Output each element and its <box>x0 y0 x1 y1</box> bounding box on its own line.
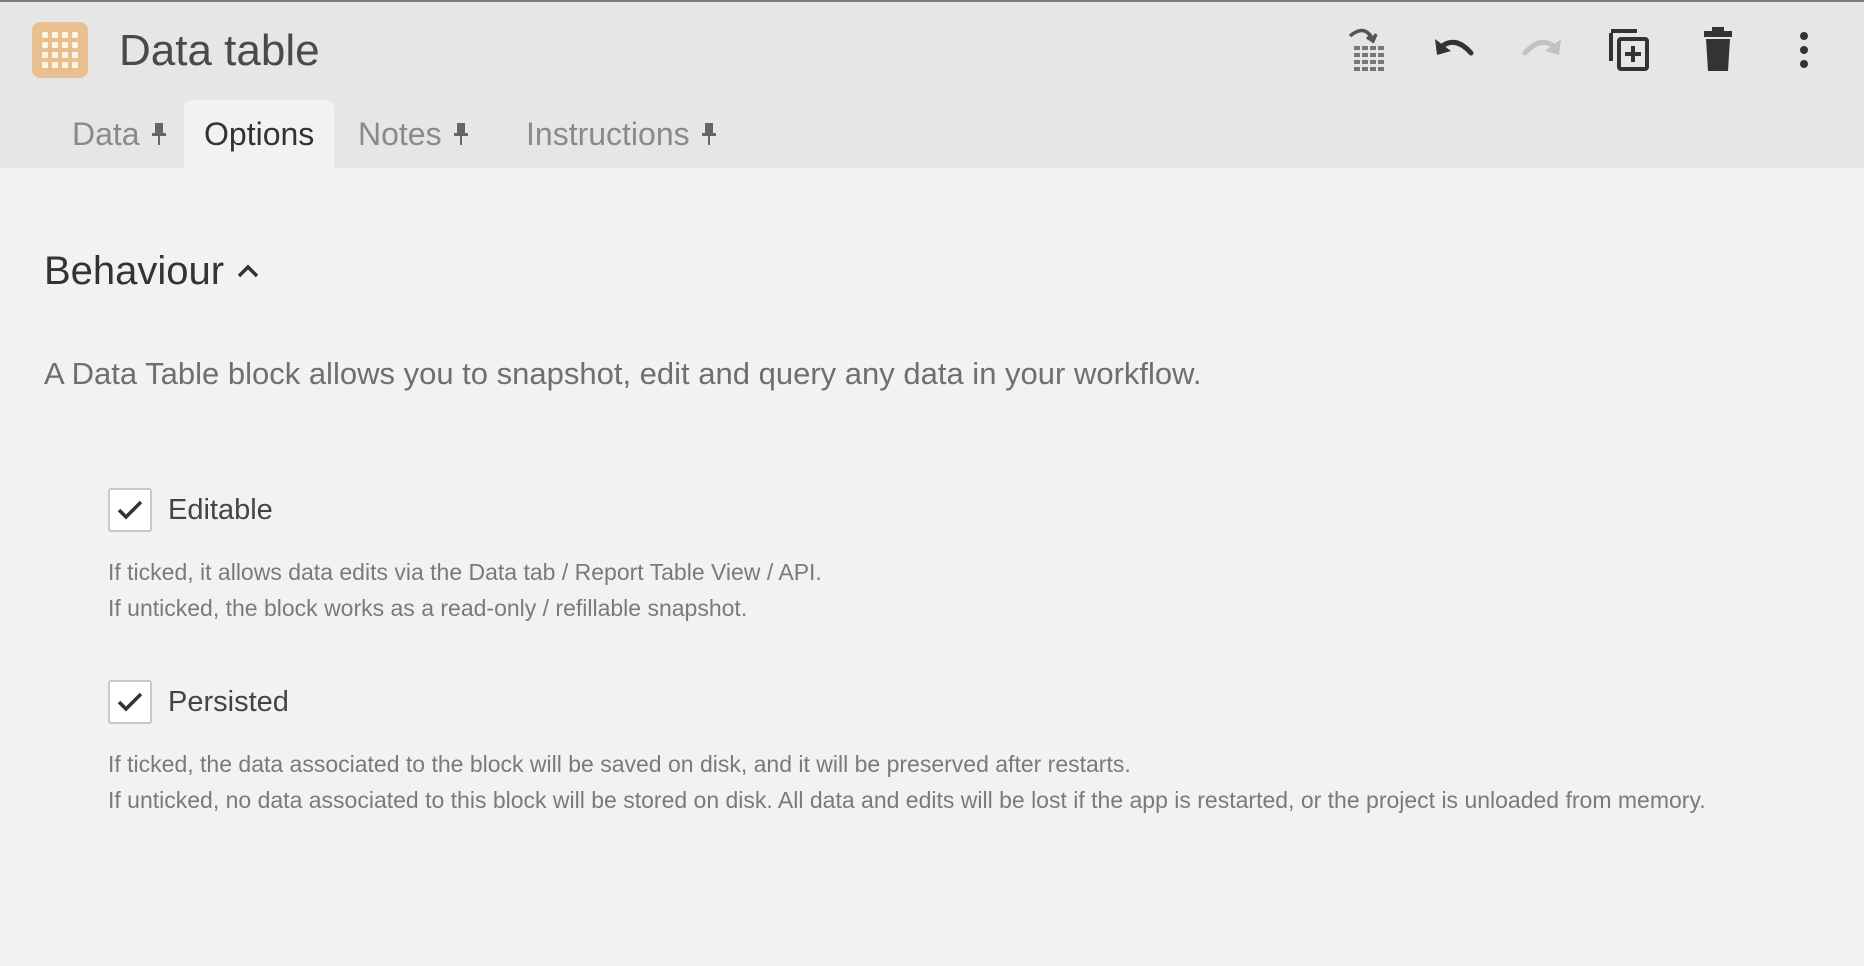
tab-label: Options <box>204 115 315 152</box>
checkmark-icon <box>117 500 143 520</box>
undo-icon <box>1435 39 1474 56</box>
persisted-label[interactable]: Persisted <box>168 682 289 722</box>
refresh-data-button[interactable] <box>1338 24 1390 76</box>
undo-button[interactable] <box>1428 24 1480 76</box>
checkmark-icon <box>117 692 143 712</box>
tab-label: Data <box>72 115 140 152</box>
delete-button[interactable] <box>1692 24 1744 76</box>
more-vertical-icon <box>1800 32 1808 68</box>
data-table-window: Data table Data Options Notes Instructio… <box>0 0 1864 966</box>
options-panel: Behaviour A Data Table block allows you … <box>0 168 1864 966</box>
help-line: If ticked, the data associated to the bl… <box>108 751 1131 777</box>
pin-icon <box>701 123 716 145</box>
help-line: If unticked, the block works as a read-o… <box>108 595 748 621</box>
more-options-button[interactable] <box>1778 24 1830 76</box>
redo-button[interactable] <box>1516 24 1568 76</box>
trash-icon <box>1704 27 1732 71</box>
help-line: If ticked, it allows data edits via the … <box>108 559 822 585</box>
duplicate-button[interactable] <box>1604 24 1656 76</box>
chevron-up-icon <box>237 264 259 278</box>
section-description: A Data Table block allows you to snapsho… <box>44 356 1202 391</box>
tab-options[interactable]: Options <box>184 100 335 168</box>
refresh-data-icon <box>1348 28 1384 71</box>
tab-notes[interactable]: Notes <box>338 100 488 168</box>
tab-label: Instructions <box>526 115 690 152</box>
persisted-checkbox[interactable] <box>108 680 152 724</box>
pin-icon <box>151 123 166 145</box>
block-title[interactable]: Data table <box>119 24 320 78</box>
tab-instructions[interactable]: Instructions <box>506 100 736 168</box>
help-line: If unticked, no data associated to this … <box>108 787 1706 813</box>
header-bar: Data table Data Options Notes Instructio… <box>0 2 1864 168</box>
duplicate-icon <box>1609 29 1649 71</box>
redo-icon <box>1522 39 1561 56</box>
section-title: Behaviour <box>44 249 225 293</box>
data-table-grid-icon <box>32 22 88 78</box>
tab-data[interactable]: Data <box>52 100 186 168</box>
editable-checkbox[interactable] <box>108 488 152 532</box>
pin-icon <box>453 123 468 145</box>
editable-help: If ticked, it allows data edits via the … <box>108 554 822 626</box>
persisted-help: If ticked, the data associated to the bl… <box>108 746 1706 818</box>
tab-label: Notes <box>358 115 442 152</box>
editable-label[interactable]: Editable <box>168 490 273 530</box>
behaviour-section-toggle[interactable]: Behaviour <box>44 246 260 296</box>
